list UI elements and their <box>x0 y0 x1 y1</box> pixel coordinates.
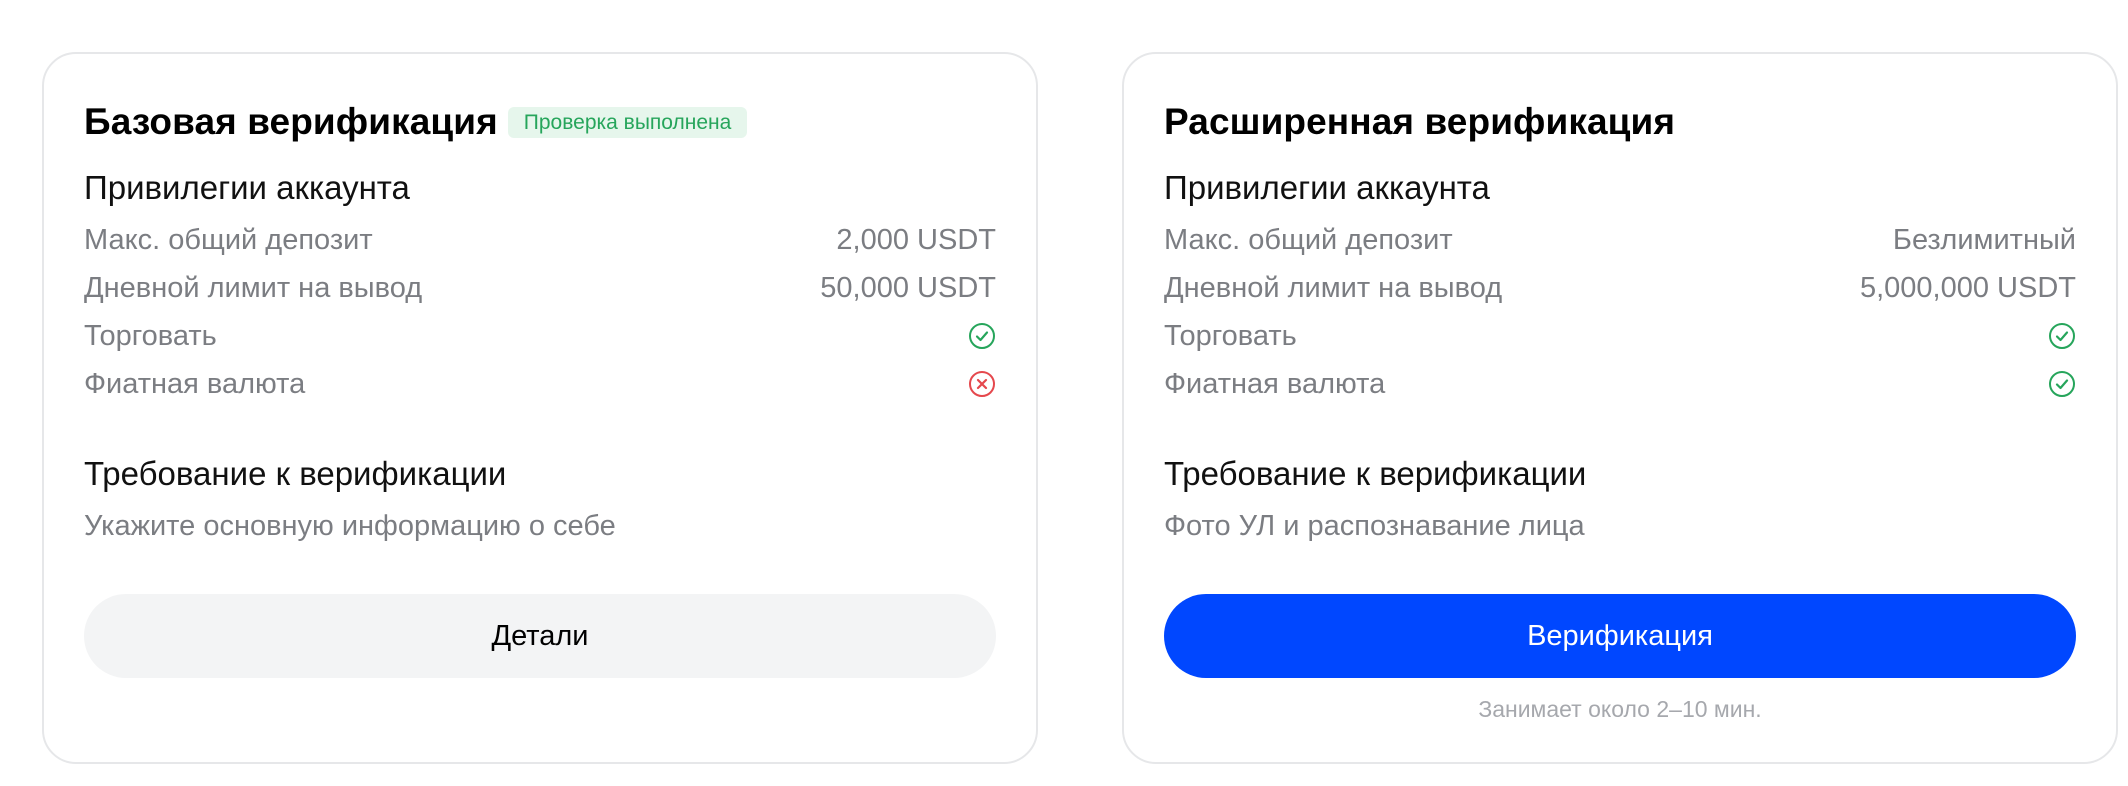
advanced-title-row: Расширенная верификация <box>1164 94 2076 150</box>
basic-privileges-title: Привилегии аккаунта <box>84 169 410 206</box>
advanced-requirement-title: Требование к верификации <box>1164 455 1587 492</box>
row-value: Безлимитный <box>1892 223 2076 256</box>
basic-privileges-list: Макс. общий депозит 2,000 USDT Дневной л… <box>84 216 996 408</box>
row-label: Дневной лимит на вывод <box>1164 271 1503 304</box>
row-label: Дневной лимит на вывод <box>84 271 423 304</box>
basic-title-row: Базовая верификация Проверка выполнена <box>84 94 996 150</box>
row-label: Фиатная валюта <box>1164 367 1386 400</box>
advanced-row-fiat: Фиатная валюта <box>1164 360 2076 408</box>
advanced-row-trade: Торговать <box>1164 312 2076 360</box>
row-label: Макс. общий депозит <box>84 223 373 256</box>
basic-row-fiat: Фиатная валюта <box>84 360 996 408</box>
advanced-privileges-title: Привилегии аккаунта <box>1164 169 1490 206</box>
advanced-row-daily-withdrawal: Дневной лимит на вывод 5,000,000 USDT <box>1164 264 2076 312</box>
advanced-requirement-text: Фото УЛ и распознавание лица <box>1164 510 1585 542</box>
row-label: Торговать <box>84 319 217 352</box>
basic-row-max-deposit: Макс. общий депозит 2,000 USDT <box>84 216 996 264</box>
check-circle-icon <box>2049 371 2075 397</box>
row-value: 5,000,000 USDT <box>1859 271 2076 304</box>
row-value: 2,000 USDT <box>836 223 996 256</box>
check-circle-icon <box>2049 323 2075 349</box>
verification-time-hint: Занимает около 2–10 мин. <box>1478 696 1762 722</box>
row-label: Торговать <box>1164 319 1297 352</box>
advanced-verification-card: Расширенная верификация Привилегии аккау… <box>1122 52 2118 764</box>
advanced-privileges-list: Макс. общий депозит Безлимитный Дневной … <box>1164 216 2076 408</box>
details-button[interactable]: Детали <box>84 594 996 678</box>
basic-verification-title: Базовая верификация <box>84 101 498 142</box>
row-label: Фиатная валюта <box>84 367 306 400</box>
verify-button[interactable]: Верификация <box>1164 594 2076 678</box>
basic-row-trade: Торговать <box>84 312 996 360</box>
row-value: 50,000 USDT <box>820 271 996 304</box>
row-label: Макс. общий депозит <box>1164 223 1453 256</box>
basic-requirement-text: Укажите основную информацию о себе <box>84 510 616 542</box>
check-circle-icon <box>969 323 995 349</box>
advanced-verification-title: Расширенная верификация <box>1164 101 1676 142</box>
cross-circle-icon <box>969 371 995 397</box>
advanced-row-max-deposit: Макс. общий депозит Безлимитный <box>1164 216 2076 264</box>
basic-row-daily-withdrawal: Дневной лимит на вывод 50,000 USDT <box>84 264 996 312</box>
basic-requirement-title: Требование к верификации <box>84 455 507 492</box>
verification-done-badge: Проверка выполнена <box>507 106 748 138</box>
basic-verification-card: Базовая верификация Проверка выполнена П… <box>42 52 1038 764</box>
